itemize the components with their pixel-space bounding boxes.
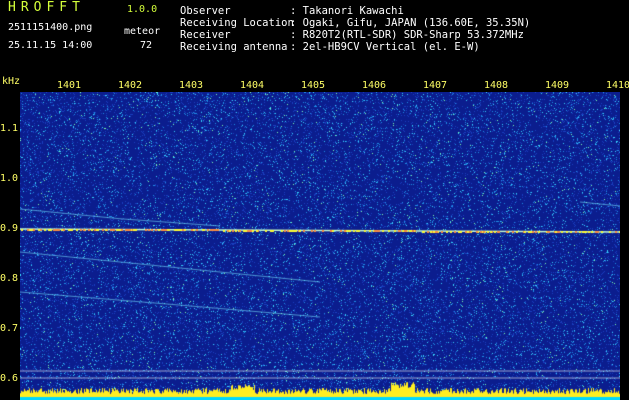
spectrogram-canvas <box>20 92 620 400</box>
y-tick-label: 0.8 <box>0 273 19 284</box>
x-tick-label: 1410 <box>606 80 629 91</box>
detector-label: meteor <box>124 26 161 37</box>
x-tick-label: 1409 <box>545 80 570 91</box>
y-tick-label: 0.7 <box>0 323 19 334</box>
y-tick-label: 0.6 <box>0 373 19 384</box>
y-tick-label: 0.9 <box>0 223 19 234</box>
info-location-key: Receiving Location <box>180 17 294 29</box>
x-tick-label: 1402 <box>118 80 143 91</box>
spectrogram-plot <box>20 92 620 400</box>
x-tick-label: 1403 <box>179 80 204 91</box>
info-observer-value: : Takanori Kawachi <box>290 5 404 17</box>
x-tick-label: 1407 <box>423 80 448 91</box>
file-name: 2511151400.png <box>8 22 93 33</box>
file-datetime: 25.11.15 14:00 <box>8 40 93 51</box>
info-observer-key: Observer <box>180 5 231 17</box>
info-antenna-key: Receiving antenna <box>180 41 288 53</box>
x-tick-label: 1404 <box>240 80 265 91</box>
info-receiver-key: Receiver <box>180 29 231 41</box>
info-antenna-value: : 2el-HB9CV Vertical (el. E-W) <box>290 41 480 53</box>
app-version: 1.0.0 <box>127 4 158 15</box>
info-receiver-value: : R820T2(RTL-SDR) SDR-Sharp 53.372MHz <box>290 29 524 41</box>
x-tick-label: 1405 <box>301 80 326 91</box>
y-unit-label: kHz <box>2 76 21 87</box>
x-tick-label: 1406 <box>362 80 387 91</box>
detector-count: 72 <box>140 40 153 51</box>
hrofft-window: HROFFT 1.0.0 2511151400.png 25.11.15 14:… <box>0 0 629 400</box>
info-location-value: : Ogaki, Gifu, JAPAN (136.60E, 35.35N) <box>290 17 531 29</box>
x-tick-label: 1408 <box>484 80 509 91</box>
y-tick-label: 1.1 <box>0 123 19 134</box>
app-title: HROFFT <box>8 0 85 15</box>
y-tick-label: 1.0 <box>0 173 19 184</box>
x-tick-label: 1401 <box>57 80 82 91</box>
